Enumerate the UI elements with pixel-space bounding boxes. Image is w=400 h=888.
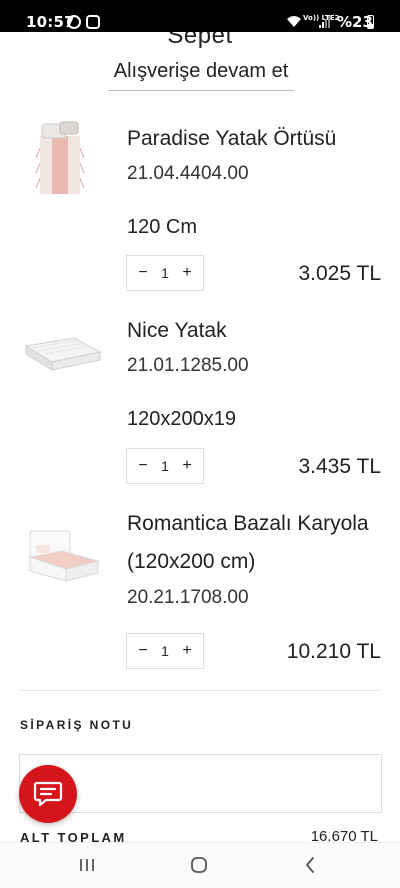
decrease-quantity-button[interactable]: − <box>135 457 151 475</box>
chat-icon <box>33 781 63 807</box>
battery-icon <box>367 15 374 29</box>
wifi-icon <box>287 16 301 27</box>
messenger-icon <box>86 15 100 29</box>
bed-frame-image[interactable] <box>22 515 102 595</box>
status-bar-overlay: 10:57 Vo)) LTE2 %23 <box>0 0 400 32</box>
bedspread-image[interactable] <box>22 118 102 198</box>
increase-quantity-button[interactable]: + <box>179 264 195 282</box>
product-price: 3.025 TL <box>298 262 381 285</box>
recent-apps-button[interactable] <box>75 855 99 875</box>
product-name-size[interactable]: (120x200 cm) <box>127 543 255 581</box>
mattress-image[interactable] <box>22 312 102 392</box>
quantity-stepper: − 1 + <box>126 633 204 669</box>
system-nav-bar <box>0 842 400 888</box>
product-price: 3.435 TL <box>298 455 381 478</box>
home-icon <box>191 857 207 873</box>
continue-shopping-link[interactable]: Alışverişe devam et <box>108 60 294 91</box>
decrease-quantity-button[interactable]: − <box>135 642 151 660</box>
chat-button[interactable] <box>19 765 77 823</box>
back-icon <box>306 857 314 873</box>
quantity-value[interactable]: 1 <box>161 458 169 474</box>
product-variant: 120x200x19 <box>127 408 236 430</box>
quantity-value[interactable]: 1 <box>161 643 169 659</box>
quantity-stepper: − 1 + <box>126 255 204 291</box>
product-sku: 21.01.1285.00 <box>127 355 249 376</box>
recent-apps-icon <box>80 859 94 871</box>
product-name[interactable]: Romantica Bazalı Karyola <box>127 505 369 543</box>
quantity-value[interactable]: 1 <box>161 265 169 281</box>
increase-quantity-button[interactable]: + <box>179 642 195 660</box>
back-button[interactable] <box>298 855 322 875</box>
product-sku: 21.04.4404.00 <box>127 163 249 184</box>
whatsapp-icon <box>67 15 81 29</box>
home-button[interactable] <box>187 855 211 875</box>
decrease-quantity-button[interactable]: − <box>135 264 151 282</box>
product-variant: 120 Cm <box>127 216 198 238</box>
product-sku: 20.21.1708.00 <box>127 587 249 608</box>
signal-icon <box>319 16 330 28</box>
order-note-label: SİPARİŞ NOTU <box>20 718 134 732</box>
product-price: 10.210 TL <box>286 640 381 663</box>
product-name[interactable]: Paradise Yatak Örtüsü <box>127 120 336 158</box>
quantity-stepper: − 1 + <box>126 448 204 484</box>
increase-quantity-button[interactable]: + <box>179 457 195 475</box>
divider <box>19 690 381 691</box>
product-name[interactable]: Nice Yatak <box>127 312 227 350</box>
